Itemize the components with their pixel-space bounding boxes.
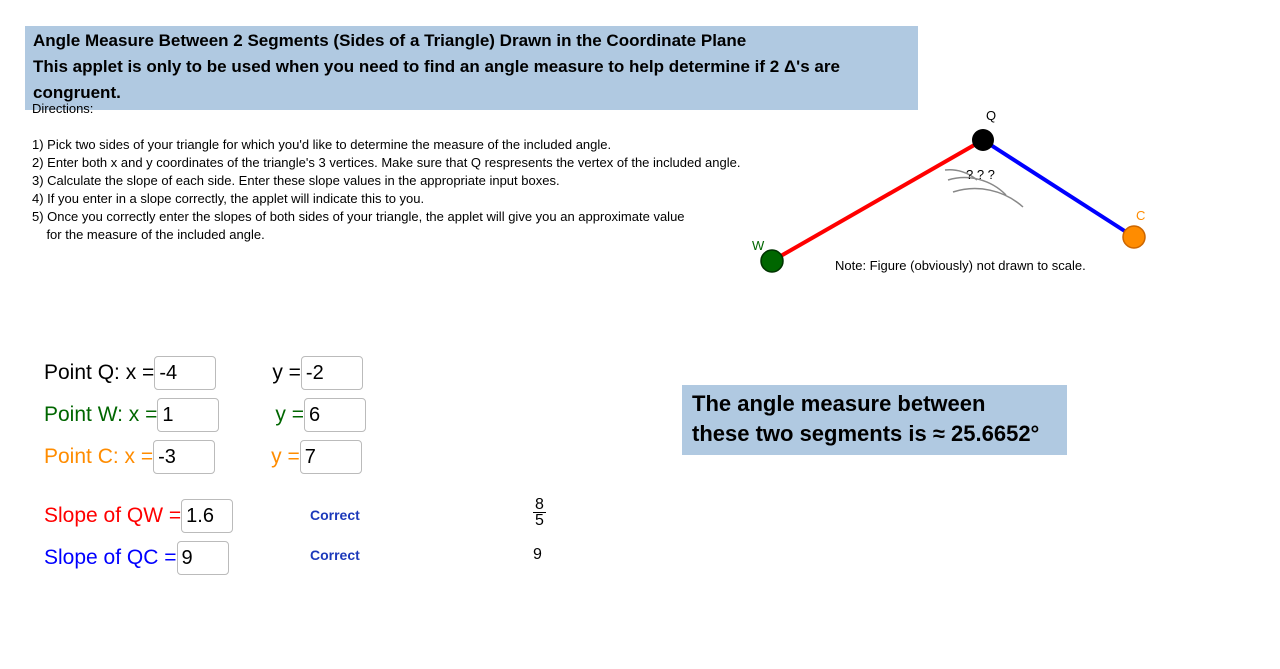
direction-3: 3) Calculate the slope of each side. Ent… [32, 172, 740, 190]
slope-qw-row: Slope of QW = [44, 495, 233, 537]
slope-qw-label: Slope of QW = [44, 504, 181, 528]
direction-4: 4) If you enter in a slope correctly, th… [32, 190, 740, 208]
diagram-label-c: C [1136, 208, 1145, 223]
point-inputs: Point Q: x = y = Point W: x = y = Point … [44, 352, 366, 478]
result-line-1: The angle measure between [692, 389, 1057, 419]
slope-qc-row: Slope of QC = [44, 537, 233, 579]
slope-qc-label: Slope of QC = [44, 546, 177, 570]
slope-qw-fraction: 8 5 [533, 497, 546, 528]
diagram-label-q: Q [986, 108, 996, 123]
point-q-row: Point Q: x = y = [44, 352, 366, 394]
point-w-y-label: y = [275, 403, 304, 427]
direction-2: 2) Enter both x and y coordinates of the… [32, 154, 740, 172]
slope-qw-status: Correct [310, 507, 360, 523]
diagram-label-w: W [752, 238, 765, 253]
slope-qc-input[interactable] [177, 541, 229, 575]
point-w-x-input[interactable] [157, 398, 219, 432]
slope-qw-frac-den: 5 [533, 513, 546, 528]
point-c-y-label: y = [271, 445, 300, 469]
header-title: Angle Measure Between 2 Segments (Sides … [33, 28, 910, 54]
slope-qw-input[interactable] [181, 499, 233, 533]
header-subtitle: This applet is only to be used when you … [33, 54, 910, 106]
direction-5a: 5) Once you correctly enter the slopes o… [32, 208, 740, 226]
point-c-y-input[interactable] [300, 440, 362, 474]
point-w-row: Point W: x = y = [44, 394, 366, 436]
diagram-angle-mark: ? ? ? [966, 167, 995, 182]
slope-qc-status: Correct [310, 547, 360, 563]
result-banner: The angle measure between these two segm… [682, 385, 1067, 455]
figure-note: Note: Figure (obviously) not drawn to sc… [835, 258, 1086, 273]
point-q-x-label: Point Q: x = [44, 361, 154, 385]
point-c-x-input[interactable] [153, 440, 215, 474]
direction-1: 1) Pick two sides of your triangle for w… [32, 136, 740, 154]
point-c-x-label: Point C: x = [44, 445, 153, 469]
slope-qc-actual: 9 [533, 547, 542, 562]
header-banner: Angle Measure Between 2 Segments (Sides … [25, 26, 918, 110]
directions-label: Directions: [32, 100, 740, 118]
point-w-x-label: Point W: x = [44, 403, 157, 427]
point-q-y-label: y = [272, 361, 301, 385]
point-c-row: Point C: x = y = [44, 436, 366, 478]
point-w-y-input[interactable] [304, 398, 366, 432]
direction-5b: for the measure of the included angle. [32, 226, 740, 244]
slope-qw-frac-num: 8 [533, 497, 546, 513]
point-q-y-input[interactable] [301, 356, 363, 390]
point-q-x-input[interactable] [154, 356, 216, 390]
result-line-2: these two segments is ≈ 25.6652° [692, 419, 1057, 449]
directions-block: Directions: 1) Pick two sides of your tr… [32, 100, 740, 244]
slope-inputs: Slope of QW = Slope of QC = [44, 495, 233, 579]
